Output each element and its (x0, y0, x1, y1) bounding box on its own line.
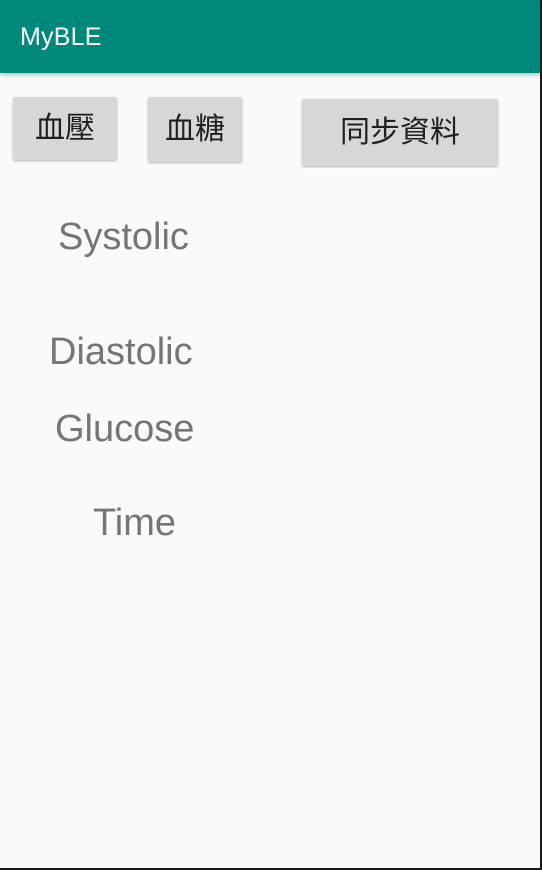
time-label: Time (93, 502, 177, 544)
app-bar: MyBLE (0, 0, 540, 73)
app-title: MyBLE (20, 23, 102, 51)
blood-glucose-button[interactable]: 血糖 (148, 97, 242, 162)
sync-data-button[interactable]: 同步資料 (302, 99, 498, 166)
app-screen: MyBLE 血壓 血糖 同步資料 Systolic Diastolic Gluc… (0, 0, 542, 870)
blood-pressure-button[interactable]: 血壓 (13, 97, 117, 160)
systolic-label: Systolic (58, 216, 189, 258)
glucose-label: Glucose (55, 408, 195, 450)
diastolic-label: Diastolic (49, 331, 193, 373)
